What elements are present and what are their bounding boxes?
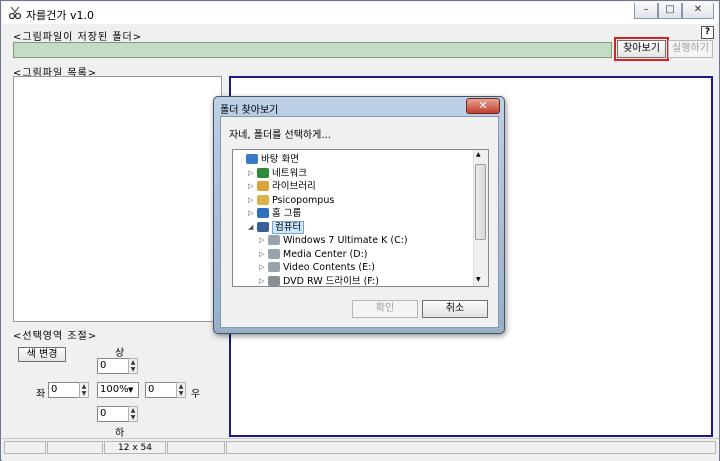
left-margin-stepper[interactable]: ▲ ▼ bbox=[79, 382, 89, 398]
dialog-prompt: 자네, 폴더를 선택하게... bbox=[229, 130, 331, 141]
tree-item-label: Video Contents (E:) bbox=[283, 262, 376, 273]
tree-item-label: 바탕 화면 bbox=[261, 154, 299, 165]
tree-item[interactable]: ▷ Psicopompus bbox=[233, 194, 471, 207]
window-title: 자를건가 v1.0 bbox=[26, 9, 94, 22]
right-margin-input[interactable]: 0 bbox=[145, 382, 177, 398]
folder-section-label: <그림파일이 저장된 폴더> bbox=[13, 32, 143, 43]
tree-item[interactable]: ▷ Windows 7 Ultimate K (C:) bbox=[233, 234, 471, 247]
dialog-body: 자네, 폴더를 선택하게... 바탕 화면 ▷ 네트워크 ▷ 라이브러리 ▷ Psicopo… bbox=[220, 116, 499, 328]
scissors-app-icon bbox=[8, 6, 22, 20]
left-label: 좌 bbox=[36, 389, 46, 400]
scroll-down-icon[interactable]: ▼ bbox=[476, 276, 481, 283]
homegroup-icon bbox=[257, 208, 269, 218]
selection-section-label: <선택영역 조절> bbox=[13, 331, 98, 342]
bottom-margin-input[interactable]: 0 bbox=[97, 406, 129, 422]
run-button[interactable]: 실행하기 bbox=[668, 40, 713, 58]
dialog-close-button[interactable]: ✕ bbox=[466, 98, 500, 114]
minimize-button[interactable]: – bbox=[634, 3, 658, 19]
tree-item[interactable]: ◢ 컴퓨터 bbox=[233, 220, 471, 234]
network-icon bbox=[257, 167, 269, 178]
folder-tree[interactable]: 바탕 화면 ▷ 네트워크 ▷ 라이브러리 ▷ Psicopompus ▷ 홈 그룹 ◢ 컴퓨터 ▷ Wi… bbox=[232, 149, 489, 287]
folder-path-field[interactable] bbox=[13, 42, 612, 58]
file-list[interactable] bbox=[13, 76, 222, 322]
expand-arrow-icon[interactable]: ▷ bbox=[259, 261, 267, 274]
tree-item-label: 홈 그룹 bbox=[272, 208, 302, 219]
status-cell-5 bbox=[226, 441, 716, 454]
expand-arrow-icon[interactable]: ▷ bbox=[248, 207, 256, 220]
top-label: 상 bbox=[115, 348, 125, 359]
tree-item[interactable]: ▷ 네트워크 bbox=[233, 167, 471, 180]
bottom-label: 하 bbox=[115, 428, 125, 439]
drive-icon bbox=[268, 235, 280, 245]
tree-item-label: Windows 7 Ultimate K (C:) bbox=[283, 235, 408, 246]
tree-item-label: 네트워크 bbox=[272, 167, 307, 179]
zoom-value: 100% bbox=[100, 384, 129, 395]
expand-arrow-icon[interactable]: ▷ bbox=[248, 180, 256, 193]
bottom-margin-stepper[interactable]: ▲ ▼ bbox=[128, 406, 138, 422]
color-change-button[interactable]: 색 변경 bbox=[18, 347, 66, 362]
drive-icon bbox=[268, 248, 280, 259]
library-icon bbox=[257, 181, 269, 191]
right-margin-stepper[interactable]: ▲ ▼ bbox=[176, 382, 186, 398]
expand-arrow-icon[interactable]: ▷ bbox=[259, 234, 267, 247]
tree-scrollbar[interactable]: ▲ ▼ bbox=[473, 150, 488, 286]
user-folder-icon bbox=[257, 194, 269, 205]
tree-item-label: Psicopompus bbox=[272, 194, 335, 206]
tree-item-label: 라이브러리 bbox=[272, 181, 316, 192]
status-cell-4 bbox=[167, 441, 225, 454]
left-margin-input[interactable]: 0 bbox=[48, 382, 80, 398]
status-cell-1 bbox=[4, 441, 46, 454]
status-size: 12 x 54 bbox=[104, 441, 166, 454]
right-label: 우 bbox=[191, 389, 201, 400]
tree-item[interactable]: ▷ 라이브러리 bbox=[233, 180, 471, 193]
expand-arrow-icon[interactable]: ▷ bbox=[259, 248, 267, 261]
status-cell-2 bbox=[47, 441, 103, 454]
title-bar: 자를건가 v1.0 – □ ✕ bbox=[2, 2, 718, 24]
computer-icon bbox=[257, 221, 269, 232]
desktop-icon bbox=[246, 154, 258, 164]
expand-arrow-icon[interactable]: ▷ bbox=[248, 167, 256, 180]
scroll-thumb[interactable] bbox=[475, 164, 486, 240]
tree-item-label: 컴퓨터 bbox=[272, 220, 305, 234]
expand-arrow-icon[interactable]: ▷ bbox=[248, 194, 256, 207]
tree-item[interactable]: ▷ Media Center (D:) bbox=[233, 248, 471, 261]
cancel-button[interactable]: 취소 bbox=[422, 300, 488, 318]
drive-icon bbox=[268, 262, 280, 272]
tree-item[interactable]: ▷ Video Contents (E:) bbox=[233, 261, 471, 274]
top-margin-stepper[interactable]: ▲ ▼ bbox=[128, 358, 138, 374]
chevron-down-icon: ▼ bbox=[128, 386, 134, 394]
maximize-button[interactable]: □ bbox=[658, 3, 682, 19]
tree-item-label: Media Center (D:) bbox=[283, 248, 368, 260]
zoom-select[interactable]: 100% ▼ bbox=[97, 382, 139, 398]
top-margin-input[interactable]: 0 bbox=[97, 358, 129, 374]
tree-item-label: DVD RW 드라이브 (F:) bbox=[283, 275, 379, 287]
scroll-up-icon[interactable]: ▲ bbox=[476, 151, 481, 158]
expand-arrow-icon[interactable]: ▷ bbox=[259, 275, 267, 287]
close-button[interactable]: ✕ bbox=[682, 3, 714, 19]
expanded-arrow-icon[interactable]: ◢ bbox=[248, 221, 256, 234]
tree-item[interactable]: ▷ 홈 그룹 bbox=[233, 207, 471, 220]
status-bar: 12 x 54 bbox=[2, 438, 719, 461]
browse-button[interactable]: 찾아보기 bbox=[617, 40, 666, 58]
tree-item[interactable]: ▷ DVD RW 드라이브 (F:) bbox=[233, 275, 471, 287]
ok-button[interactable]: 확인 bbox=[352, 300, 418, 318]
help-icon[interactable]: ? bbox=[701, 26, 714, 39]
folder-browse-dialog: 폴더 찾아보기 ✕ 자네, 폴더를 선택하게... 바탕 화면 ▷ 네트워크 ▷ 라이브… bbox=[213, 96, 505, 334]
tree-item[interactable]: 바탕 화면 bbox=[233, 153, 471, 166]
dialog-title: 폴더 찾아보기 bbox=[220, 105, 279, 116]
dvd-drive-icon bbox=[268, 275, 280, 286]
